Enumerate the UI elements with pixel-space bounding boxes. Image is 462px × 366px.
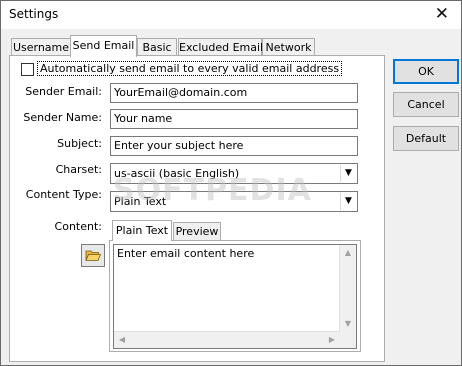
content-type-select[interactable]: Plain Text ▼ bbox=[110, 191, 358, 212]
folder-open-icon bbox=[85, 250, 102, 261]
open-file-button[interactable] bbox=[81, 244, 105, 267]
cancel-button[interactable]: Cancel bbox=[393, 92, 459, 117]
sender-name-label: Sender Name: bbox=[23, 111, 102, 124]
tab-excluded-email[interactable]: Excluded Email bbox=[178, 38, 263, 56]
scroll-left-icon[interactable]: ◀ bbox=[114, 332, 130, 348]
charset-value: us-ascii (basic English) bbox=[114, 167, 240, 180]
ok-button[interactable]: OK bbox=[393, 59, 459, 84]
sender-name-field[interactable]: Your name bbox=[110, 109, 358, 129]
scroll-up-icon[interactable]: ▲ bbox=[340, 245, 356, 261]
tab-basic[interactable]: Basic bbox=[137, 38, 177, 56]
scroll-right-icon[interactable]: ▶ bbox=[324, 332, 340, 348]
tab-plain-text[interactable]: Plain Text bbox=[112, 220, 172, 241]
default-button[interactable]: Default bbox=[393, 126, 459, 151]
charset-label: Charset: bbox=[55, 163, 102, 176]
charset-select[interactable]: us-ascii (basic English) ▼ bbox=[110, 163, 358, 184]
content-label: Content: bbox=[54, 220, 102, 233]
content-type-value: Plain Text bbox=[114, 195, 167, 208]
scroll-down-icon[interactable]: ▼ bbox=[340, 316, 356, 332]
title-bar: Settings ✕ bbox=[1, 1, 461, 29]
horizontal-scrollbar[interactable]: ◀ ▶ bbox=[114, 331, 340, 348]
subject-field[interactable]: Enter your subject here bbox=[110, 136, 358, 156]
tab-network[interactable]: Network bbox=[262, 38, 315, 56]
scrollbar-corner bbox=[340, 332, 356, 348]
auto-send-label: Automatically send email to every valid … bbox=[37, 61, 343, 76]
tab-send-email[interactable]: Send Email bbox=[70, 35, 137, 57]
content-panel: Enter email content here ▲ ▼ ◀ ▶ bbox=[109, 240, 361, 352]
content-type-label: Content Type: bbox=[25, 188, 102, 201]
content-text: Enter email content here bbox=[117, 247, 255, 260]
tab-preview[interactable]: Preview bbox=[173, 222, 221, 240]
content-textarea[interactable]: Enter email content here ▲ ▼ ◀ ▶ bbox=[113, 244, 357, 349]
close-icon[interactable]: ✕ bbox=[435, 4, 449, 24]
window-title: Settings bbox=[9, 7, 59, 21]
auto-send-checkbox[interactable] bbox=[21, 63, 34, 76]
chevron-down-icon[interactable]: ▼ bbox=[340, 193, 356, 210]
sender-email-label: Sender Email: bbox=[25, 85, 102, 98]
settings-window: Settings ✕ Username Send Email Basic Exc… bbox=[0, 0, 462, 366]
chevron-down-icon[interactable]: ▼ bbox=[340, 165, 356, 182]
tab-username[interactable]: Username bbox=[11, 38, 71, 56]
vertical-scrollbar[interactable]: ▲ ▼ bbox=[339, 245, 356, 332]
sender-email-field[interactable]: YourEmail@domain.com bbox=[110, 83, 358, 103]
subject-label: Subject: bbox=[57, 137, 102, 150]
